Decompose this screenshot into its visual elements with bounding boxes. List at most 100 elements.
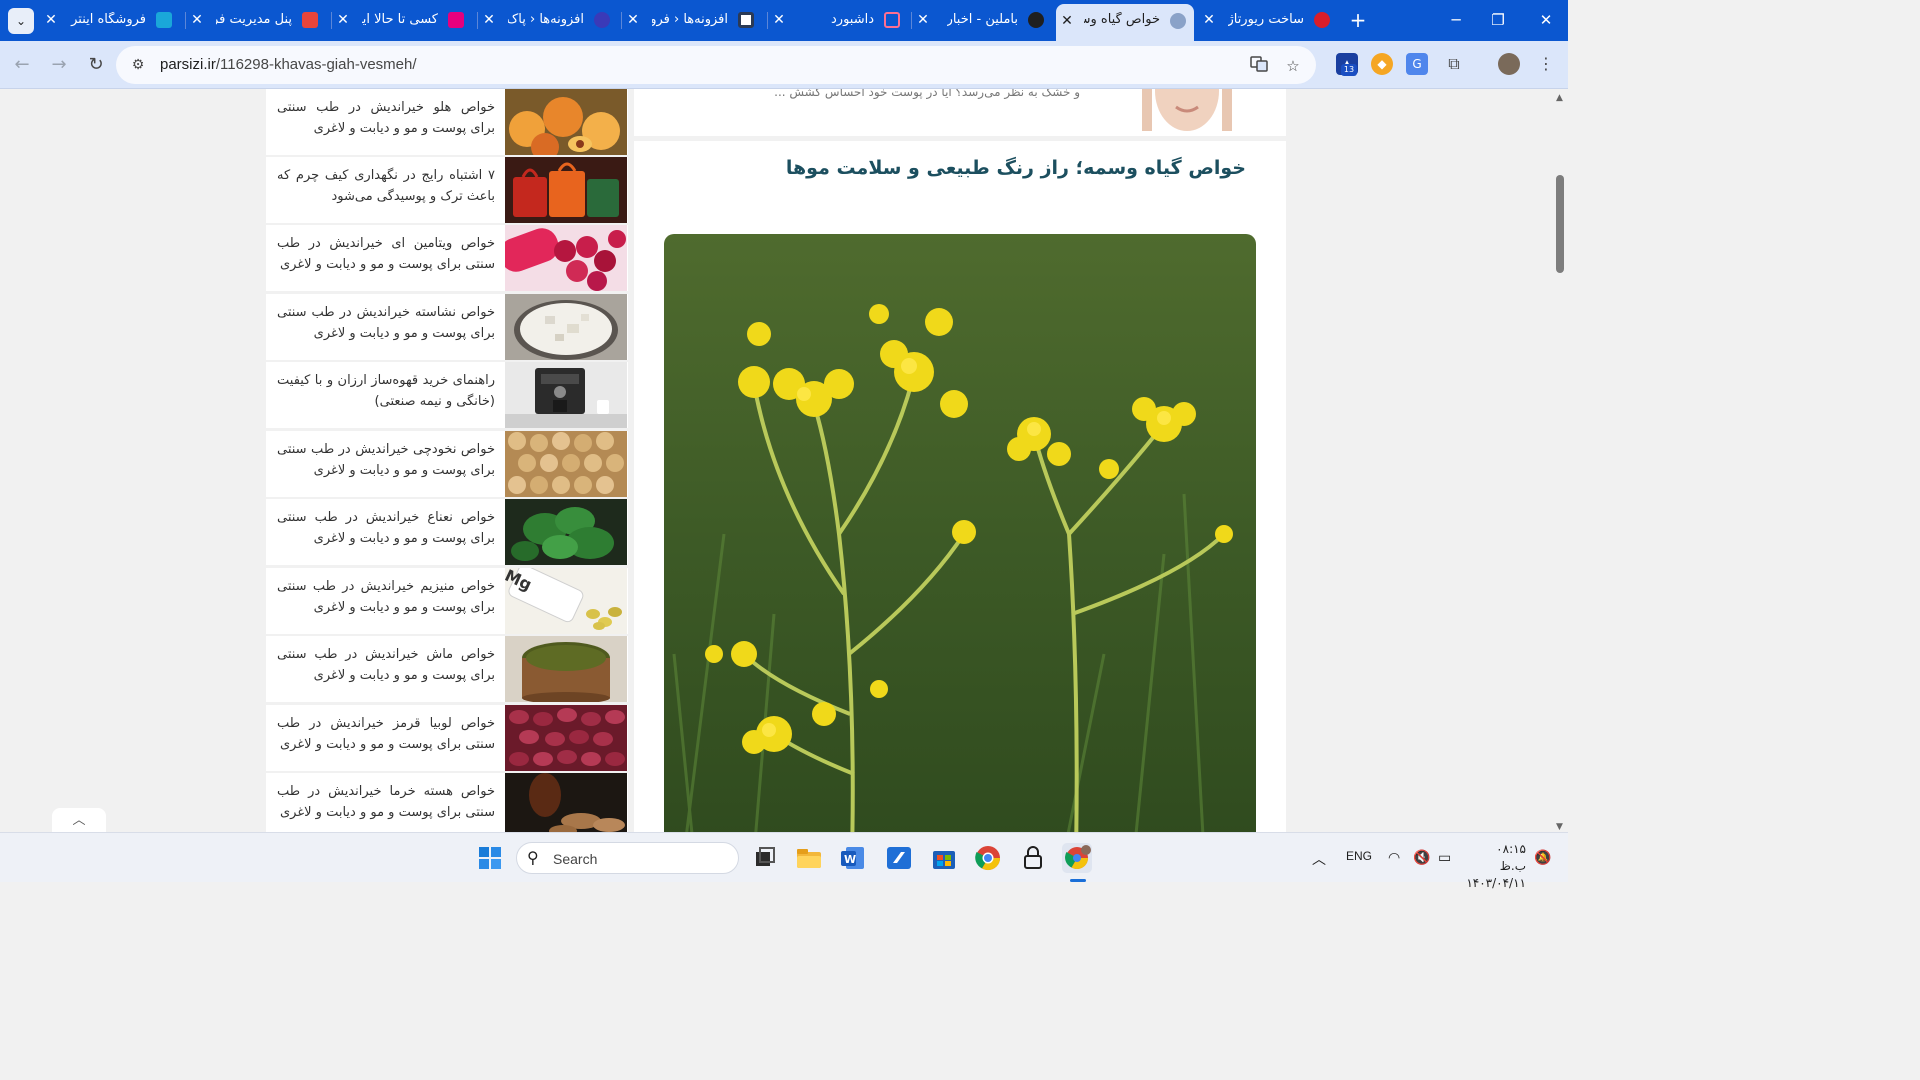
related-post[interactable]: خواص نعناع خیراندیش در طب سنتی برای پوست… [266, 499, 628, 565]
tab-separator [477, 12, 478, 29]
browser-menu-icon[interactable]: ⋮ [1535, 53, 1557, 75]
close-tab-icon[interactable]: ✕ [914, 11, 932, 29]
post-title[interactable]: خواص نشاسته خیراندیش در طب سنتی برای پوس… [277, 302, 495, 344]
windows-start-icon[interactable] [475, 843, 505, 873]
input-language[interactable]: ENG [1346, 849, 1372, 863]
battery-icon[interactable]: ▭ [1438, 849, 1451, 866]
related-post[interactable]: خواص نخودچی خیراندیش در طب سنتی برای پوس… [266, 431, 628, 497]
browser-tab[interactable]: افزونه‌ها ‹ پاک ✕ [477, 6, 618, 35]
close-window-button[interactable]: ✕ [1526, 8, 1566, 32]
translate-icon[interactable] [1248, 55, 1270, 77]
browser-toolbar: ← → ↻ ⚙ parsizi.ir/116298-khavas-giah-ve… [0, 41, 1568, 89]
post-title[interactable]: خواص لوبیا قرمز خیراندیش در طب سنتی برای… [277, 713, 495, 755]
tab-separator [185, 12, 186, 29]
tab-separator [767, 12, 768, 29]
close-tab-icon[interactable]: ✕ [480, 11, 498, 29]
chrome-profile-icon[interactable] [1062, 843, 1092, 873]
volume-muted-icon[interactable]: 🔇 [1413, 849, 1430, 866]
related-post[interactable]: ۷ اشتباه رایج در نگهداری کیف چرم که باعث… [266, 157, 628, 223]
previous-post-card[interactable]: و خشک به نظر می‌رسد؟ آیا در پوست خود احس… [634, 89, 1286, 136]
browser-tab[interactable]: داشبورد ✕ [767, 6, 908, 35]
windows-taskbar: ⚲ Search W ︿ ENG ◠ 🔇 ▭ ۰۸:۱۵ ب.ظ ۱۴۰۳/۰۴… [0, 832, 1568, 890]
favicon-icon [884, 12, 900, 28]
related-post[interactable]: راهنمای خرید قهوه‌ساز ارزان و با کیفیت (… [266, 362, 628, 428]
related-post[interactable]: Mg خواص منیزیم خیراندیش در طب سنتی برای … [266, 568, 628, 634]
chrome-icon[interactable] [973, 843, 1003, 873]
wifi-icon[interactable]: ◠ [1388, 849, 1400, 866]
close-tab-icon[interactable]: ✕ [188, 11, 206, 29]
google-translate-ext-icon[interactable]: G [1406, 53, 1428, 75]
close-tab-icon[interactable]: ✕ [1200, 11, 1218, 29]
post-title[interactable]: خواص ویتامین ای خیراندیش در طب سنتی برای… [277, 233, 495, 275]
site-info-icon[interactable]: ⚙ [128, 55, 148, 75]
post-title[interactable]: خواص منیزیم خیراندیش در طب سنتی برای پوس… [277, 576, 495, 618]
taskbar-search-input[interactable]: ⚲ Search [516, 842, 739, 874]
post-title[interactable]: خواص نعناع خیراندیش در طب سنتی برای پوست… [277, 507, 495, 549]
favicon-icon [302, 12, 318, 28]
scroll-thumb[interactable] [1556, 175, 1564, 273]
restore-button[interactable]: ❐ [1478, 8, 1518, 32]
word-icon[interactable]: W [838, 843, 868, 873]
post-title[interactable]: خواص ماش خیراندیش در طب سنتی برای پوست و… [277, 644, 495, 686]
related-post[interactable]: خواص ویتامین ای خیراندیش در طب سنتی برای… [266, 225, 628, 291]
close-tab-icon[interactable]: ✕ [42, 11, 60, 29]
svg-text:W: W [844, 853, 856, 866]
tab-separator [621, 12, 622, 29]
favicon-icon [1314, 12, 1330, 28]
post-title[interactable]: خواص نخودچی خیراندیش در طب سنتی برای پوس… [277, 439, 495, 481]
browser-tab[interactable]: ساخت ریورتاژ ✕ [1198, 6, 1338, 35]
close-tab-icon[interactable]: ✕ [624, 11, 642, 29]
metamask-fox-icon[interactable]: ◆ [1371, 53, 1393, 75]
lock-app-icon[interactable] [1018, 843, 1048, 873]
tab-title: کسی تا حالا این [362, 12, 438, 27]
favicon-icon [1170, 13, 1186, 29]
post-title[interactable]: راهنمای خرید قهوه‌ساز ارزان و با کیفیت (… [277, 370, 495, 412]
scroll-down-arrow-icon[interactable]: ▼ [1556, 822, 1563, 832]
app-icon[interactable] [884, 843, 914, 873]
file-explorer-icon[interactable] [794, 843, 824, 873]
forward-button[interactable]: → [45, 51, 73, 79]
post-title[interactable]: ۷ اشتباه رایج در نگهداری کیف چرم که باعث… [277, 165, 495, 207]
close-tab-icon[interactable]: ✕ [770, 11, 788, 29]
post-thumbnail [505, 431, 627, 497]
address-bar[interactable]: ⚙ parsizi.ir/116298-khavas-giah-vesmeh/ … [116, 46, 1316, 84]
system-clock[interactable]: ۰۸:۱۵ ب.ظ ۱۴۰۳/۰۴/۱۱ [1466, 841, 1526, 892]
new-tab-button[interactable]: + [1346, 8, 1370, 32]
url-text[interactable]: parsizi.ir/116298-khavas-giah-vesmeh/ [160, 56, 417, 73]
minimize-button[interactable]: ─ [1436, 8, 1476, 32]
browser-tab[interactable]: فروشگاه اینترنت ✕ [40, 6, 180, 35]
close-tab-icon[interactable]: ✕ [1058, 12, 1076, 30]
show-hidden-icons[interactable]: ︿ [1312, 849, 1326, 869]
url-path: /116298-khavas-giah-vesmeh/ [215, 56, 417, 73]
extensions-puzzle-icon[interactable]: ⧉ [1443, 53, 1465, 75]
tab-search-button[interactable]: ⌄ [8, 8, 34, 34]
task-view-icon[interactable] [750, 843, 780, 873]
related-post[interactable]: خواص لوبیا قرمز خیراندیش در طب سنتی برای… [266, 705, 628, 771]
related-post[interactable]: خواص ماش خیراندیش در طب سنتی برای پوست و… [266, 636, 628, 702]
post-title[interactable]: خواص هسته خرما خیراندیش در طب سنتی برای … [277, 781, 495, 823]
close-tab-icon[interactable]: ✕ [334, 11, 352, 29]
browser-tab[interactable]: افزونه‌ها ‹ فرو ✕ [621, 6, 762, 35]
bookmark-star-icon[interactable]: ☆ [1282, 55, 1304, 77]
notifications-bell-icon[interactable]: 🔕 [1534, 849, 1551, 866]
microsoft-store-icon[interactable] [929, 843, 959, 873]
browser-tab[interactable]: پنل مدیریت فر ✕ [185, 6, 326, 35]
scroll-up-arrow-icon[interactable]: ▲ [1556, 93, 1563, 103]
related-post[interactable]: خواص هلو خیراندیش در طب سنتی برای پوست و… [266, 89, 628, 155]
favicon-icon [738, 12, 754, 28]
tab-title: پنل مدیریت فر [216, 12, 292, 27]
related-post[interactable]: خواص نشاسته خیراندیش در طب سنتی برای پوس… [266, 294, 628, 360]
back-to-top-button[interactable]: ︿ [52, 808, 106, 832]
related-post[interactable]: خواص هسته خرما خیراندیش در طب سنتی برای … [266, 773, 628, 832]
browser-tab[interactable]: کسی تا حالا این ✕ [331, 6, 472, 35]
back-button[interactable]: ← [8, 51, 36, 79]
tab-title: داشبورد [831, 12, 874, 27]
page-scrollbar[interactable]: ▲ ▼ [1552, 89, 1568, 832]
reload-button[interactable]: ↻ [82, 51, 110, 79]
post-title[interactable]: خواص هلو خیراندیش در طب سنتی برای پوست و… [277, 97, 495, 139]
post-thumbnail [505, 499, 627, 565]
profile-avatar[interactable] [1498, 53, 1520, 75]
browser-tab[interactable]: باملین - اخبار ✕ [911, 6, 1052, 35]
post-thumbnail [505, 773, 627, 832]
browser-tab-active[interactable]: خواص گیاه وس ✕ [1056, 4, 1194, 41]
